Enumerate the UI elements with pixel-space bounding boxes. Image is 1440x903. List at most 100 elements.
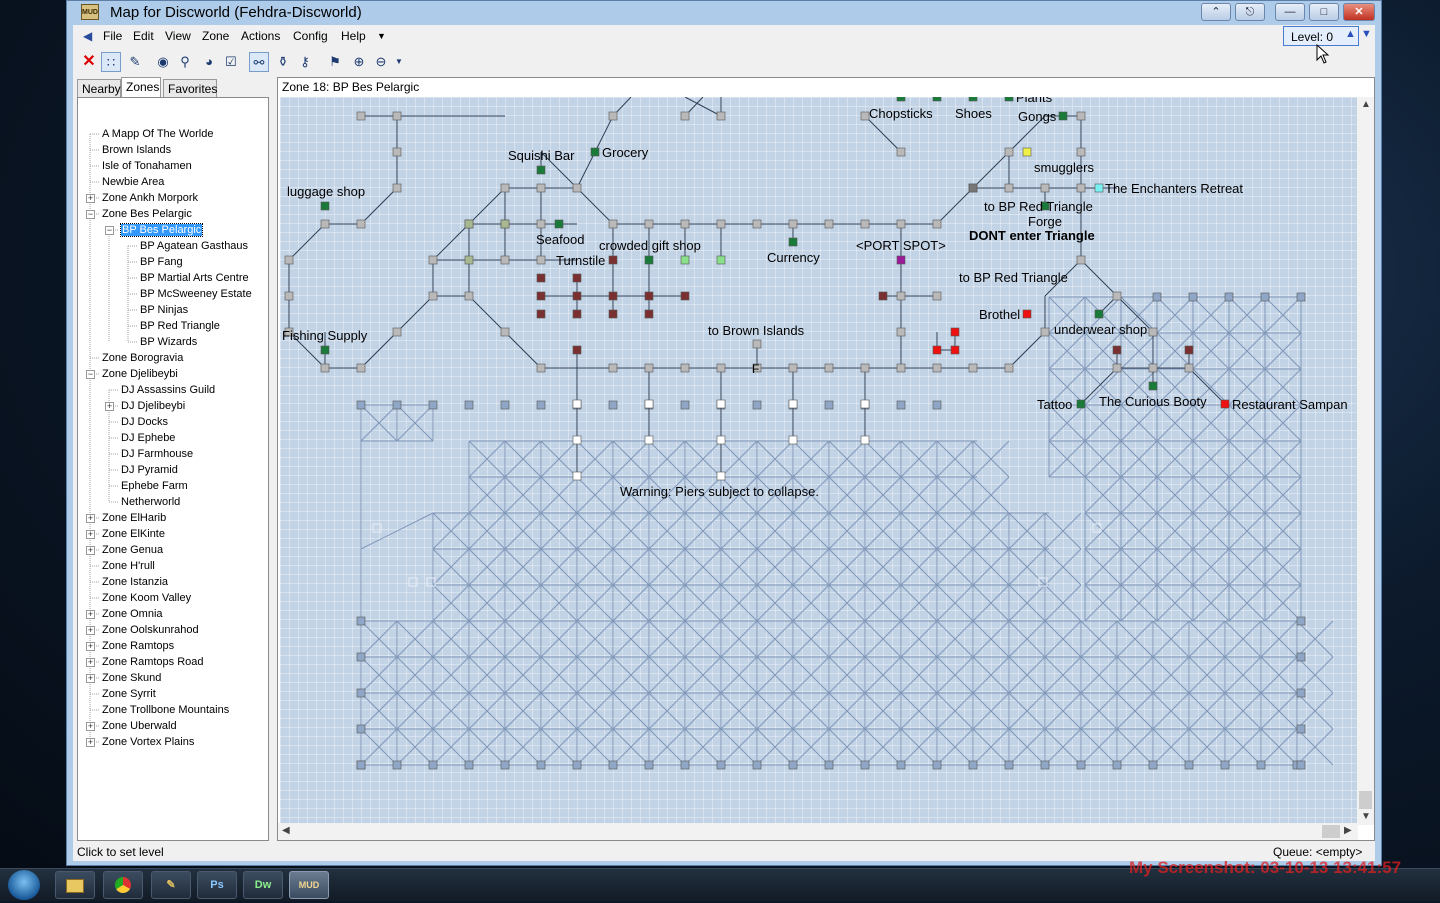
tree-expand-icon[interactable]: + [86,530,95,539]
warehouse-room[interactable] [644,291,654,301]
menu-zone[interactable]: Zone [202,29,229,43]
shop-room[interactable] [644,255,654,265]
map-room[interactable] [824,363,834,373]
menu-config[interactable]: Config [293,29,328,43]
map-room[interactable] [536,363,546,373]
map-room[interactable] [1076,111,1086,121]
map-room[interactable] [1004,363,1014,373]
map-room[interactable] [356,219,366,229]
map-room[interactable] [896,327,906,337]
close-button[interactable]: ✕ [1343,3,1375,21]
map-room[interactable] [536,255,546,265]
map-drawing[interactable]: Chopsticks Shoes Plants Gongs Squishi Bar Gro… [280,97,1358,825]
scroll-down-icon[interactable]: ▼ [1361,811,1371,822]
mud-icon[interactable]: MUD [289,871,329,899]
zoom-out-icon[interactable]: ⊖ [371,52,391,72]
tree-item[interactable]: BP McSweeney Estate [140,286,252,302]
map-room[interactable] [680,363,690,373]
tree-expand-icon[interactable]: + [86,610,95,619]
sea-room[interactable] [860,760,870,770]
shop-room[interactable] [788,237,798,247]
warehouse-room[interactable] [572,291,582,301]
shop-room[interactable] [896,97,906,102]
sea-room[interactable] [1296,616,1306,626]
map-room[interactable] [1148,363,1158,373]
tree-item[interactable]: Netherworld [121,494,180,510]
sea-room[interactable] [1152,292,1162,302]
map-room[interactable] [752,339,762,349]
shop-room[interactable] [1076,399,1086,409]
map-room[interactable] [392,111,402,121]
map-room[interactable] [716,363,726,373]
tree-item[interactable]: Zone Genua [102,542,163,558]
tree-item[interactable]: BP Wizards [140,334,197,350]
map-room[interactable] [824,219,834,229]
warehouse-room[interactable] [644,309,654,319]
sea-room[interactable] [392,400,402,410]
warehouse-room[interactable] [536,291,546,301]
map-room[interactable] [320,219,330,229]
tree-item[interactable]: BP Ninjas [140,302,188,318]
tree-item[interactable]: BP Martial Arts Centre [140,270,249,286]
menu-help[interactable]: Help [341,29,366,43]
tree-collapse-icon[interactable]: − [86,210,95,219]
sea-room[interactable] [1296,292,1306,302]
tree-item[interactable]: BP Bes Pelargic [119,222,204,238]
map-room[interactable] [716,111,726,121]
tree-item[interactable]: Zone Ramtops Road [102,654,204,670]
sea-room[interactable] [356,688,366,698]
dreamweaver-icon[interactable]: Dw [243,871,283,899]
sea-room[interactable] [428,400,438,410]
shop-room[interactable] [968,97,978,102]
sea-room[interactable] [1296,688,1306,698]
pin-button[interactable]: ⎋ [1235,3,1265,21]
map-room[interactable] [320,363,330,373]
delete-icon[interactable]: ✕ [79,52,99,72]
pier-room[interactable] [788,435,798,445]
map-room[interactable] [932,363,942,373]
tree-expand-icon[interactable]: + [86,514,95,523]
sea-room[interactable] [608,760,618,770]
photoshop-icon[interactable]: Ps [197,871,237,899]
sea-room[interactable] [356,652,366,662]
shop-room[interactable] [1094,309,1104,319]
map-room[interactable] [572,183,582,193]
map-room[interactable] [896,363,906,373]
find-icon[interactable]: ◕ [199,52,219,72]
chrome-icon[interactable] [103,871,143,899]
shop-room[interactable] [590,147,600,157]
warehouse-room[interactable] [608,291,618,301]
tree-collapse-icon[interactable]: − [86,370,95,379]
map-room[interactable] [860,363,870,373]
sea-room[interactable] [932,400,942,410]
shop-room[interactable] [464,219,474,229]
pier-room[interactable] [860,435,870,445]
map-canvas[interactable]: Chopsticks Shoes Plants Gongs Squishi Bar Gro… [280,97,1358,825]
sea-room[interactable] [968,760,978,770]
sea-room[interactable] [1260,292,1270,302]
map-room[interactable] [284,291,294,301]
map-room[interactable] [1148,327,1158,337]
pen-icon[interactable]: ✎ [125,52,145,72]
map-room[interactable] [428,291,438,301]
sea-room[interactable] [536,760,546,770]
warehouse-room[interactable] [1112,345,1122,355]
map-room[interactable] [1076,183,1086,193]
warehouse-room[interactable] [680,291,690,301]
warehouse-room[interactable] [1184,345,1194,355]
sea-room[interactable] [500,760,510,770]
menu-overflow-icon[interactable]: ▼ [377,31,386,41]
tree-item[interactable]: Brown Islands [102,142,171,158]
map-room[interactable] [680,111,690,121]
tree-item[interactable]: Zone ElHarib [102,510,166,526]
map-room[interactable] [1184,363,1194,373]
map-room[interactable] [536,219,546,229]
map-room[interactable] [1004,147,1014,157]
tree-expand-icon[interactable]: + [86,626,95,635]
map-room[interactable] [896,291,906,301]
map-room[interactable] [716,219,726,229]
shop-room[interactable] [536,165,546,175]
map-marker-icon[interactable]: ⚑ [325,52,345,72]
tree-item[interactable]: A Mapp Of The Worlde [102,126,213,142]
tree-item[interactable]: Zone Borogravia [102,350,183,366]
